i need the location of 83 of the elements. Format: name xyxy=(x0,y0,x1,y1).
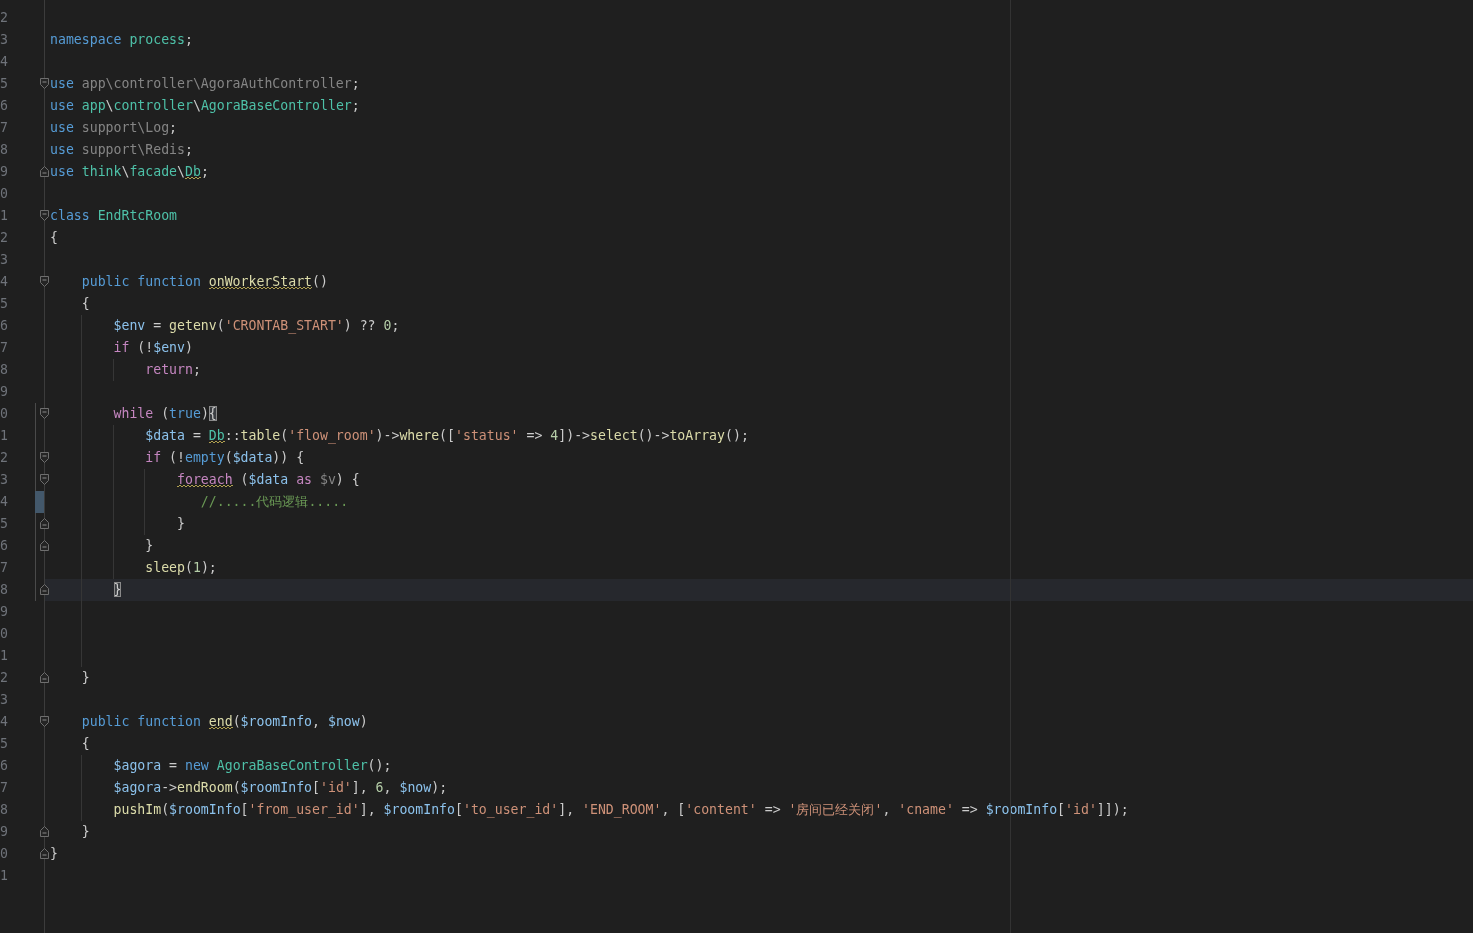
line-number: 4 xyxy=(0,273,8,291)
code-line: use think\facade\Db; xyxy=(50,163,209,181)
code-line: } xyxy=(50,845,58,863)
line-number: 2 xyxy=(0,449,8,467)
line-number: 5 xyxy=(0,515,8,533)
line-number: 7 xyxy=(0,559,8,577)
line-number: 3 xyxy=(0,471,8,489)
line-number: 3 xyxy=(0,31,8,49)
code-line: //.....代码逻辑..... xyxy=(200,493,349,511)
code-line: public function onWorkerStart() xyxy=(81,273,328,291)
line-number: 6 xyxy=(0,537,8,555)
fold-marker-icon[interactable] xyxy=(40,540,49,551)
code-line: if (!$env) xyxy=(113,339,193,357)
code-line: return; xyxy=(145,361,201,379)
code-line: { xyxy=(81,295,90,313)
line-number: 6 xyxy=(0,757,8,775)
code-line: if (!empty($data)) { xyxy=(145,449,305,467)
code-line: use support\Redis; xyxy=(50,141,193,159)
fold-marker-icon[interactable] xyxy=(40,716,49,727)
fold-marker-icon[interactable] xyxy=(40,276,49,287)
line-number: 5 xyxy=(0,735,8,753)
line-number: 3 xyxy=(0,251,8,269)
fold-marker-icon[interactable] xyxy=(40,474,49,485)
line-number: 1 xyxy=(0,427,8,445)
line-number: 1 xyxy=(0,647,8,665)
line-number: 4 xyxy=(0,713,8,731)
line-number: 2 xyxy=(0,229,8,247)
line-number: 5 xyxy=(0,295,8,313)
code-line: foreach ($data as $v) { xyxy=(177,471,360,489)
code-line: $agora->endRoom($roomInfo['id'], 6, $now); xyxy=(113,779,448,797)
line-number: 0 xyxy=(0,625,8,643)
code-line: use app\controller\AgoraBaseController; xyxy=(50,97,360,115)
line-number: 0 xyxy=(0,185,8,203)
fold-marker-icon[interactable] xyxy=(40,452,49,463)
line-number: 0 xyxy=(0,845,8,863)
line-number: 7 xyxy=(0,339,8,357)
code-line: } xyxy=(81,669,90,687)
fold-marker-icon[interactable] xyxy=(40,672,49,683)
code-line: $agora = new AgoraBaseController(); xyxy=(113,757,392,775)
fold-marker-icon[interactable] xyxy=(40,826,49,837)
line-number: 6 xyxy=(0,317,8,335)
line-number: 8 xyxy=(0,581,8,599)
code-line: } xyxy=(177,515,185,533)
code-line: while (true){ xyxy=(113,405,217,423)
code-line: } xyxy=(81,823,90,841)
line-number: 3 xyxy=(0,691,8,709)
code-line: $data = Db::table('flow_room')->where(['status' => 4])->select()->toArray(); xyxy=(145,427,749,446)
line-number: 0 xyxy=(0,405,8,423)
code-line: $env = getenv('CRONTAB_START') ?? 0; xyxy=(113,317,400,336)
fold-marker-icon[interactable] xyxy=(40,78,49,89)
fold-marker-icon[interactable] xyxy=(40,518,49,529)
fold-marker-icon[interactable] xyxy=(40,210,49,221)
line-number: 2 xyxy=(0,9,8,27)
code-line: class EndRtcRoom xyxy=(50,207,178,225)
code-line: pushIm($roomInfo['from_user_id'], $roomInfo['to_user_id'], 'END_ROOM', ['content' => '房间已经关闭', 'cname' => $roomInfo['id']]); xyxy=(113,801,1129,820)
code-line: { xyxy=(50,229,58,247)
fold-marker-icon[interactable] xyxy=(40,848,49,859)
line-number: 8 xyxy=(0,361,8,379)
line-number: 4 xyxy=(0,493,8,511)
line-number: 6 xyxy=(0,97,8,115)
line-number: 8 xyxy=(0,801,8,819)
code-line: use app\controller\AgoraAuthController; xyxy=(50,75,360,93)
code-line: public function end($roomInfo, $now) xyxy=(81,713,368,731)
line-number: 8 xyxy=(0,141,8,159)
code-line: use support\Log; xyxy=(50,119,178,137)
fold-marker-icon[interactable] xyxy=(40,166,49,177)
line-number: 9 xyxy=(0,383,8,401)
line-number: 7 xyxy=(0,779,8,797)
line-number: 1 xyxy=(0,207,8,225)
line-number: 9 xyxy=(0,603,8,621)
code-line: namespace process; xyxy=(50,31,193,49)
line-number: 4 xyxy=(0,53,8,71)
fold-marker-icon[interactable] xyxy=(40,584,49,595)
code-line: sleep(1); xyxy=(145,559,217,577)
code-line: } xyxy=(145,537,154,555)
line-number: 1 xyxy=(0,867,8,885)
code-line: { xyxy=(81,735,90,753)
line-number: 7 xyxy=(0,119,8,137)
line-number: 2 xyxy=(0,669,8,687)
line-number: 9 xyxy=(0,163,8,181)
line-number: 9 xyxy=(0,823,8,841)
fold-marker-icon[interactable] xyxy=(40,408,49,419)
line-number: 5 xyxy=(0,75,8,93)
